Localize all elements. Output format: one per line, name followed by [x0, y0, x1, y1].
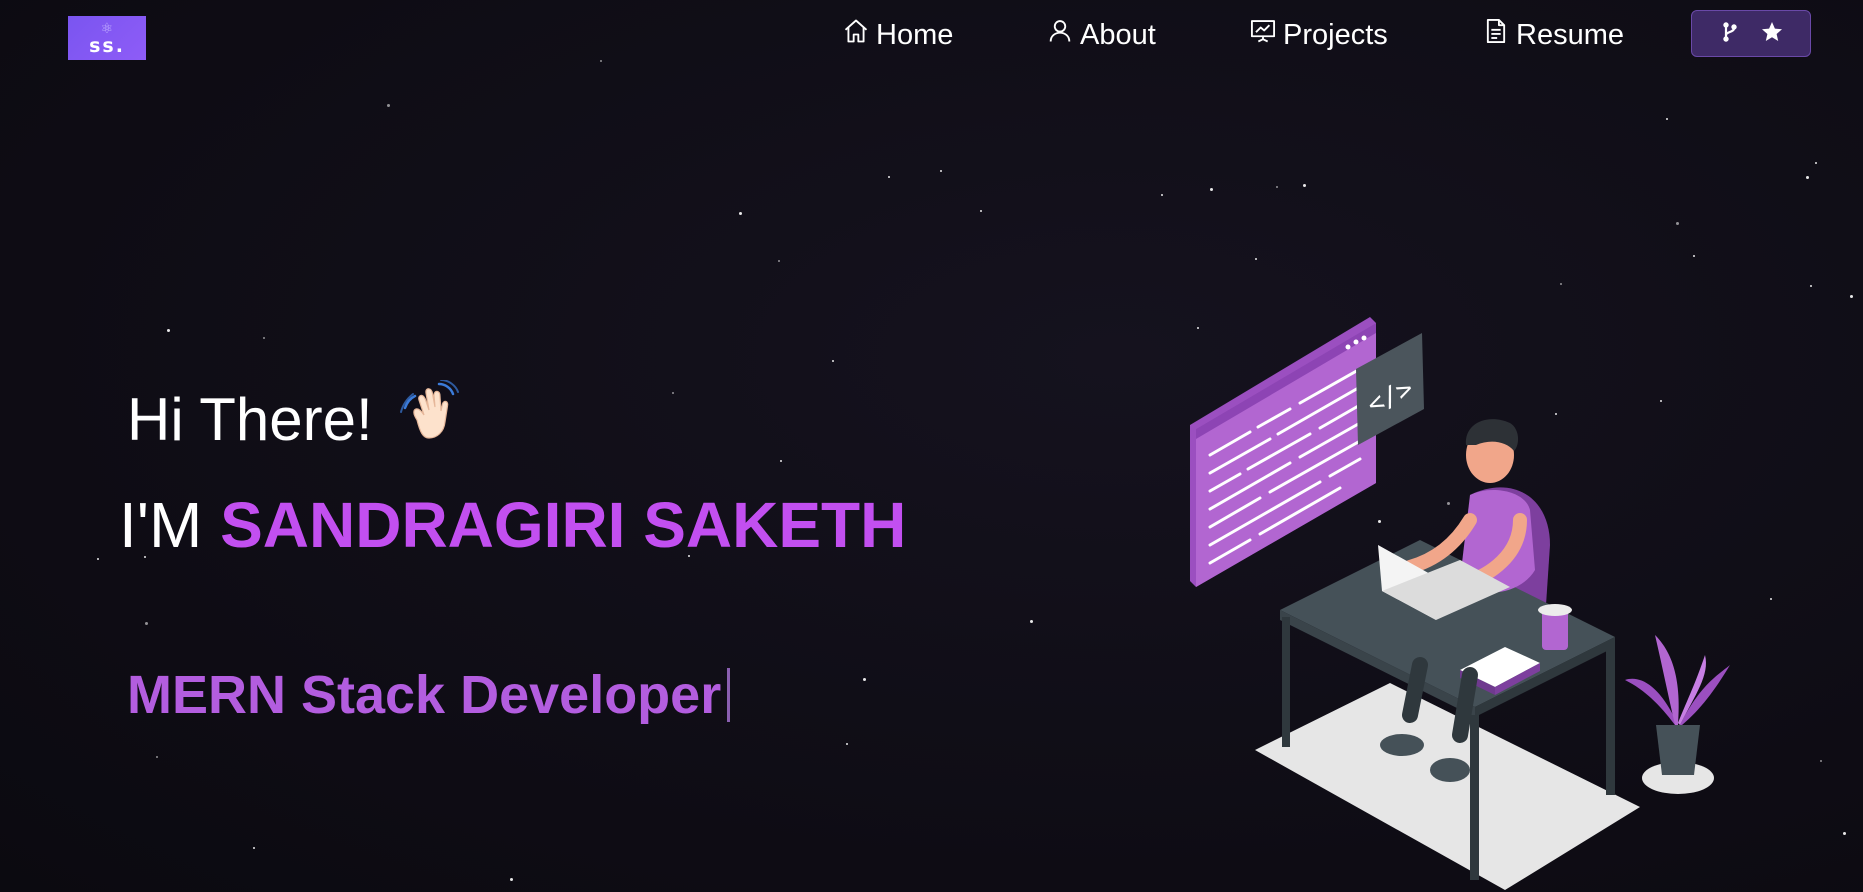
- nav-item-about[interactable]: About: [1046, 14, 1156, 56]
- star: [253, 847, 255, 849]
- typing-cursor: [727, 668, 731, 722]
- star: [1806, 176, 1809, 179]
- greeting-text: Hi There!: [127, 385, 373, 453]
- star: [97, 558, 99, 560]
- star: [156, 756, 158, 758]
- star: [1666, 118, 1668, 120]
- developer-at-desk-illustration: </>: [1190, 317, 1730, 890]
- star: [1676, 222, 1679, 225]
- waving-hand-icon: [399, 379, 463, 458]
- star: [888, 176, 890, 178]
- document-icon: [1482, 17, 1510, 53]
- star: [1770, 598, 1772, 600]
- star: [832, 360, 834, 362]
- star: [1560, 283, 1562, 285]
- github-star-button[interactable]: [1691, 10, 1811, 57]
- star: [167, 329, 170, 332]
- nav-item-home[interactable]: Home: [842, 14, 953, 56]
- star: [863, 678, 866, 681]
- nav-item-resume[interactable]: Resume: [1482, 14, 1624, 56]
- intro-prefix: I'M: [119, 489, 203, 561]
- hero-intro: I'M SANDRAGIRI SAKETH: [119, 488, 906, 562]
- typewriter-role: MERN Stack Developer: [127, 664, 731, 726]
- star: [1276, 186, 1278, 188]
- nav-label-about: About: [1080, 18, 1156, 51]
- nav-label-resume: Resume: [1516, 18, 1624, 51]
- nav-label-projects: Projects: [1283, 18, 1388, 51]
- star: [778, 260, 780, 262]
- star: [1850, 295, 1853, 298]
- role-text: MERN Stack Developer: [127, 665, 722, 725]
- star: [1255, 258, 1257, 260]
- logo-text: ss.: [89, 35, 125, 57]
- hero-greeting: Hi There!: [127, 379, 463, 458]
- star: [1820, 760, 1822, 762]
- nav-label-home: Home: [876, 18, 954, 51]
- star: [1210, 188, 1213, 191]
- hero-name: SANDRAGIRI SAKETH: [220, 489, 907, 561]
- home-icon: [842, 17, 870, 53]
- atom-icon: ⚛: [100, 21, 114, 37]
- star: [980, 210, 982, 212]
- star: [1843, 832, 1846, 835]
- star: [780, 460, 782, 462]
- star: [600, 60, 602, 62]
- star: [263, 337, 265, 339]
- star: [387, 104, 390, 107]
- star: [672, 392, 674, 394]
- star: [145, 622, 148, 625]
- star: [846, 743, 848, 745]
- star: [1161, 194, 1163, 196]
- star: [1810, 285, 1812, 287]
- git-fork-icon: [1718, 20, 1742, 48]
- star: [1693, 255, 1695, 257]
- star: [510, 878, 513, 881]
- logo[interactable]: ⚛ ss.: [68, 16, 146, 60]
- star-icon: [1760, 20, 1784, 48]
- star: [1303, 184, 1306, 187]
- user-icon: [1046, 17, 1074, 53]
- nav-item-projects[interactable]: Projects: [1249, 14, 1388, 56]
- star: [1815, 162, 1817, 164]
- star: [739, 212, 742, 215]
- presentation-icon: [1249, 17, 1277, 53]
- star: [1030, 620, 1033, 623]
- star: [940, 170, 942, 172]
- page: ⚛ ss. Home About Projects Resume Hi Ther…: [0, 0, 1863, 892]
